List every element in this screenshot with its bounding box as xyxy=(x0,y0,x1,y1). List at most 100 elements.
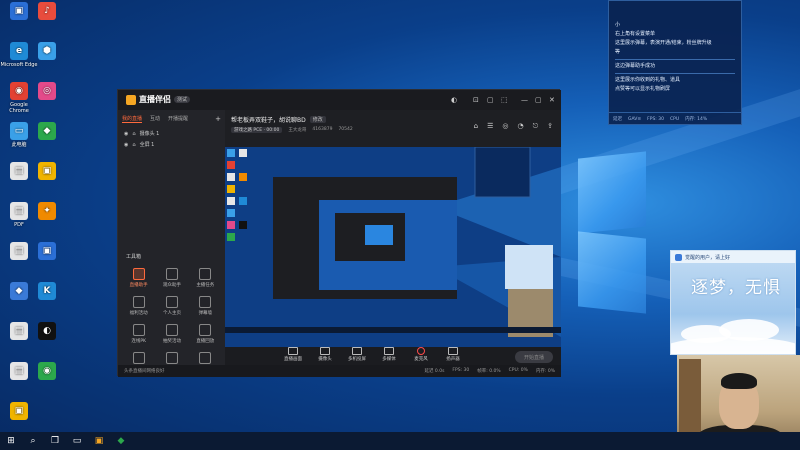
share-icon[interactable]: ⇪ xyxy=(547,122,553,131)
chat-message: 右上角有设置菜单 xyxy=(615,31,656,37)
app-icon: K xyxy=(38,282,56,300)
tool-label: 福利活动 xyxy=(129,311,148,316)
chat-message: 这边弹幕助手成功 xyxy=(615,63,656,69)
lock-icon[interactable]: ⌂ xyxy=(132,142,135,148)
toolbox-item[interactable]: 福利活动 xyxy=(122,296,155,316)
taskbar-app-game[interactable]: ◆ xyxy=(110,432,132,450)
desktop-icon-label: 此电脑 xyxy=(11,142,27,148)
toolbar-label: 多媒体 xyxy=(382,357,396,362)
desktop-icon[interactable]: ⬢ xyxy=(28,42,66,62)
app-icon: ▣ xyxy=(38,162,56,180)
desktop-icon[interactable]: ▣ xyxy=(28,162,66,182)
target-icon[interactable]: ◎ xyxy=(502,122,508,131)
close-icon[interactable]: ✕ xyxy=(549,96,555,104)
desktop-icon[interactable]: ◆ xyxy=(28,122,66,142)
toolbar-button[interactable]: 多媒体 xyxy=(373,347,405,362)
toolbox-item[interactable]: 主播任务 xyxy=(189,268,222,288)
toolbar-button[interactable]: 麦克风 xyxy=(405,347,437,362)
desktop-icon[interactable]: ◉ xyxy=(28,362,66,382)
avatar-icon[interactable]: ◐ xyxy=(451,96,457,104)
start-button[interactable]: ⊞ xyxy=(0,432,22,450)
room-title-row: 帮老板弄双鞋子，胡说聊BD 修改 xyxy=(231,115,326,124)
tool-icon xyxy=(165,352,178,364)
tool-label: 连线PK xyxy=(131,339,146,344)
tab-reminder[interactable]: 开播提醒 xyxy=(168,115,188,123)
chat-footer-metric: 内存: 14% xyxy=(685,117,708,122)
tab-interaction[interactable]: 互动 xyxy=(150,115,160,123)
preview-desktop-capture xyxy=(225,147,561,347)
toolbar-button[interactable]: 多机投屏 xyxy=(341,347,373,362)
app-icon: ◆ xyxy=(10,282,28,300)
desktop-icon[interactable]: K xyxy=(28,282,66,302)
desktop-icon[interactable]: ◎ xyxy=(28,82,66,102)
source-item-fullscreen[interactable]: ◉ ⌂ 全屏 1 xyxy=(118,139,225,150)
toolbar-button[interactable]: 直播画面 xyxy=(277,347,309,362)
live-streaming-app-window[interactable]: 直播伴侣 测试 ◐ ⊡ ▢ ⬚ — ▢ ✕ 我的直播 互动 开播提醒 + ◉ ⌂… xyxy=(117,89,561,377)
app-icon: ◆ xyxy=(38,122,56,140)
app-logo-icon xyxy=(126,94,136,105)
search-icon[interactable]: ⌕ xyxy=(22,432,44,450)
toolbar-label: 麦克风 xyxy=(414,357,428,362)
status-metric: CPU: 0% xyxy=(508,368,528,373)
source-item-camera[interactable]: ◉ ⌂ 摄像头 1 xyxy=(118,128,225,139)
bell-icon[interactable]: ◔ xyxy=(517,122,523,131)
taskbar-app-streamer[interactable]: ▣ xyxy=(88,432,110,450)
toolbar-icon xyxy=(288,347,298,355)
toolbox-item[interactable] xyxy=(155,352,188,366)
app-sidebar: 我的直播 互动 开播提醒 + ◉ ⌂ 摄像头 1 ◉ ⌂ 全屏 1 工具箱 直播… xyxy=(118,110,225,365)
promo-banner-card[interactable]: 觉醒的用户，请上好 逐梦，无惧 xyxy=(670,250,796,355)
app-icon: ◉ xyxy=(38,362,56,380)
toolbox-item[interactable]: 抽奖活动 xyxy=(155,324,188,344)
app-icon: ▣ xyxy=(38,242,56,260)
app-icon: ▤ xyxy=(10,162,28,180)
toolbar-icon xyxy=(448,347,458,355)
toolbox-item[interactable]: 连线PK xyxy=(122,324,155,344)
eye-icon[interactable]: ◉ xyxy=(124,142,128,148)
chat-footer: 延迟 GAV≡ FPS: 30 CPU 内存: 14% xyxy=(609,112,741,124)
layout-icon[interactable]: ▢ xyxy=(487,96,494,104)
toolbox-item[interactable]: 弹幕墙 xyxy=(189,296,222,316)
desktop-icon[interactable]: ✦ xyxy=(28,202,66,222)
chat-message: 等 xyxy=(615,49,621,55)
maximize-icon[interactable]: ▢ xyxy=(535,96,542,104)
tool-icon xyxy=(199,268,212,280)
toolbox-item[interactable]: 个人主页 xyxy=(155,296,188,316)
toolbox-item[interactable]: 观众助手 xyxy=(155,268,188,288)
toolbar-button[interactable]: 摄像头 xyxy=(309,347,341,362)
desktop-icon[interactable]: ▣ xyxy=(0,402,38,422)
banner-header: 觉醒的用户，请上好 xyxy=(671,251,795,263)
menu-icon[interactable]: ⬚ xyxy=(501,96,508,104)
lock-icon[interactable]: ⌂ xyxy=(132,131,135,137)
toolbox-item[interactable]: 直播助手 xyxy=(122,268,155,288)
tab-my-live[interactable]: 我的直播 xyxy=(122,115,143,123)
task-view-icon[interactable]: ❐ xyxy=(44,432,66,450)
desktop-icon[interactable]: ♪ xyxy=(28,2,66,22)
edit-title-button[interactable]: 修改 xyxy=(309,116,326,123)
microphone-icon xyxy=(417,347,425,355)
add-source-button[interactable]: + xyxy=(215,115,221,123)
start-live-button[interactable]: 开始直播 xyxy=(515,351,553,363)
list-icon[interactable]: ☰ xyxy=(487,122,493,131)
eye-icon[interactable]: ◉ xyxy=(124,131,128,137)
status-metric: 延迟 0.0s xyxy=(424,369,445,374)
windows-logo-pane xyxy=(578,151,646,234)
minimize-icon[interactable]: — xyxy=(521,96,528,104)
toolbox-item[interactable] xyxy=(189,352,222,366)
home-icon[interactable]: ⌂ xyxy=(474,122,478,131)
desktop-icon[interactable]: ◐ xyxy=(28,322,66,342)
desktop-icon[interactable]: ▣ xyxy=(28,242,66,262)
exit-icon[interactable]: ⎋ xyxy=(533,122,539,131)
preview-toolbar: 直播画面 摄像头 多机投屏 多媒体 麦克风 扬声器 xyxy=(225,347,561,365)
app-icon: ✦ xyxy=(38,202,56,220)
taskbar-app-explorer[interactable]: ▭ xyxy=(66,432,88,450)
live-preview-canvas[interactable] xyxy=(225,147,561,347)
app-icon: ▤ xyxy=(10,202,28,220)
toolbar-button[interactable]: 扬声器 xyxy=(437,347,469,362)
toolbox-item[interactable] xyxy=(122,352,155,366)
tool-icon xyxy=(132,268,145,280)
screen-icon[interactable]: ⊡ xyxy=(473,96,479,104)
toolbox-item[interactable]: 直播回放 xyxy=(189,324,222,344)
windows-taskbar: ⊞ ⌕ ❐ ▭ ▣ ◆ xyxy=(0,432,800,450)
room-category[interactable]: 游戏之路 PCE · 00:00 xyxy=(231,127,283,133)
version-badge[interactable]: 测试 xyxy=(174,96,191,103)
